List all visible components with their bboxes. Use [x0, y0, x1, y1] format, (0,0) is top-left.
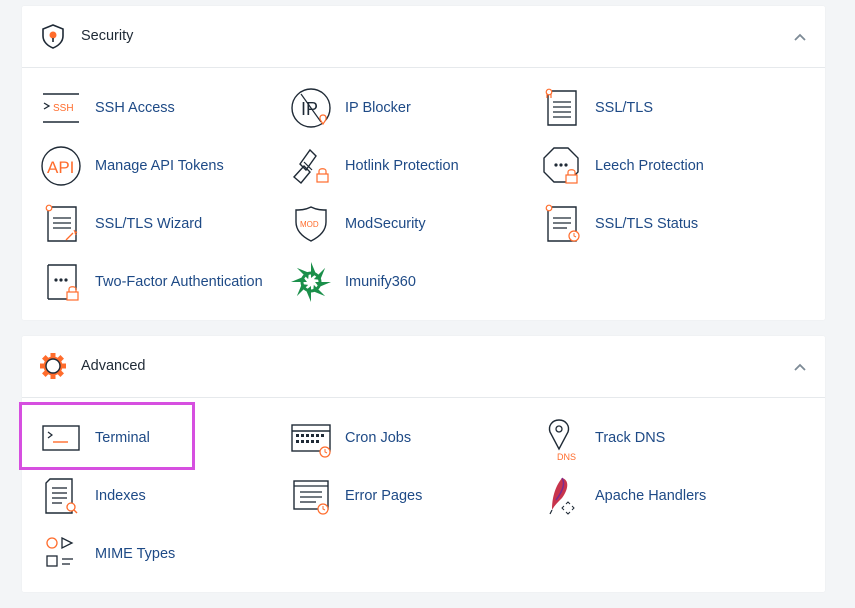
security-header[interactable]: Security: [22, 6, 825, 68]
track-dns-label: Track DNS: [595, 430, 666, 446]
leech-protection-link[interactable]: Leech Protection: [522, 142, 772, 190]
ssl-tls-status-link[interactable]: SSL/TLS Status: [522, 200, 772, 248]
octagon-lock-icon: [540, 146, 582, 186]
certificate-clock-icon: [540, 204, 582, 244]
dns-pin-icon: DNS: [540, 418, 582, 462]
gear-icon: [39, 352, 67, 380]
indexes-label: Indexes: [95, 488, 146, 504]
two-factor-authentication-label: Two-Factor Authentication: [95, 274, 263, 290]
imunify360-label: Imunify360: [345, 274, 416, 290]
feather-icon: [540, 476, 582, 516]
apache-handlers-label: Apache Handlers: [595, 488, 707, 504]
apache-handlers-link[interactable]: Apache Handlers: [522, 472, 772, 520]
shapes-icon: [40, 534, 82, 574]
chain-lock-icon: [290, 146, 332, 186]
ssl-tls-wizard-link[interactable]: SSL/TLS Wizard: [22, 200, 272, 248]
chevron-up-icon[interactable]: [793, 30, 807, 44]
advanced-title: Advanced: [81, 358, 146, 374]
security-panel: Security SSH SSH Access IP IP Blocker SS…: [22, 6, 825, 320]
chevron-up-icon[interactable]: [793, 360, 807, 374]
ip-blocker-link[interactable]: IP IP Blocker: [272, 84, 522, 132]
imunify-icon: [290, 262, 332, 302]
hotlink-protection-link[interactable]: Hotlink Protection: [272, 142, 522, 190]
track-dns-link[interactable]: DNS Track DNS: [522, 414, 772, 462]
two-factor-authentication-link[interactable]: Two-Factor Authentication: [22, 258, 272, 306]
advanced-header[interactable]: Advanced: [22, 336, 825, 398]
shield-icon: [39, 22, 67, 50]
hotlink-protection-label: Hotlink Protection: [345, 158, 459, 174]
mod-shield-icon: MOD: [290, 204, 332, 244]
password-lock-icon: [40, 262, 82, 302]
security-title: Security: [81, 28, 134, 44]
imunify360-link[interactable]: Imunify360: [272, 258, 522, 306]
ssl-tls-link[interactable]: SSL/TLS: [522, 84, 772, 132]
document-clock-icon: [290, 476, 332, 516]
svg-text:IP: IP: [301, 99, 318, 119]
indexes-link[interactable]: Indexes: [22, 472, 272, 520]
modsecurity-label: ModSecurity: [345, 216, 426, 232]
certificate-wand-icon: [40, 204, 82, 244]
ip-blocker-icon: IP: [290, 88, 332, 128]
svg-text:MOD: MOD: [300, 220, 319, 229]
manage-api-tokens-link[interactable]: API Manage API Tokens: [22, 142, 272, 190]
svg-text:API: API: [47, 158, 74, 177]
manage-api-tokens-label: Manage API Tokens: [95, 158, 224, 174]
api-icon: API: [40, 146, 82, 186]
calendar-clock-icon: [290, 418, 332, 458]
ssh-access-label: SSH Access: [95, 100, 175, 116]
ssl-tls-label: SSL/TLS: [595, 100, 654, 116]
ssl-tls-status-label: SSL/TLS Status: [595, 216, 699, 232]
document-search-icon: [40, 476, 82, 516]
leech-protection-label: Leech Protection: [595, 158, 704, 174]
error-pages-label: Error Pages: [345, 488, 423, 504]
error-pages-link[interactable]: Error Pages: [272, 472, 522, 520]
ssh-access-link[interactable]: SSH SSH Access: [22, 84, 272, 132]
ip-blocker-label: IP Blocker: [345, 100, 411, 116]
mime-types-link[interactable]: MIME Types: [22, 530, 272, 578]
ssl-tls-wizard-label: SSL/TLS Wizard: [95, 216, 203, 232]
svg-text:DNS: DNS: [557, 452, 576, 462]
modsecurity-link[interactable]: MOD ModSecurity: [272, 200, 522, 248]
cron-jobs-label: Cron Jobs: [345, 430, 412, 446]
ssh-icon: SSH: [40, 88, 82, 128]
terminal-highlight-box: [19, 402, 195, 470]
cron-jobs-link[interactable]: Cron Jobs: [272, 414, 522, 462]
mime-types-label: MIME Types: [95, 546, 176, 562]
svg-text:SSH: SSH: [53, 103, 74, 114]
certificate-icon: [540, 88, 582, 128]
